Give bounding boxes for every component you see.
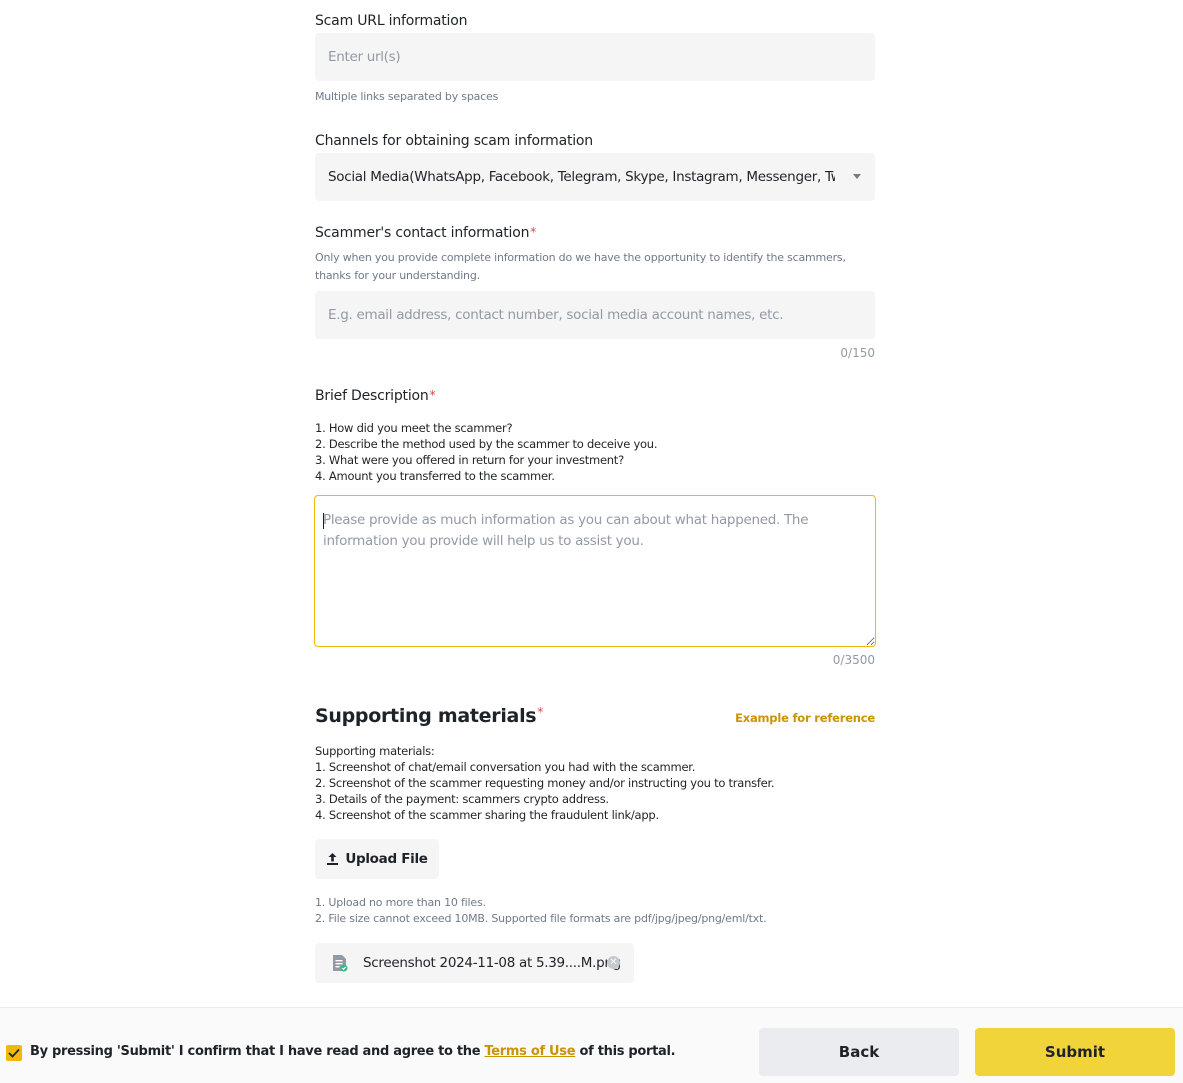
contact-input[interactable] (315, 291, 875, 339)
description-questions: 1. How did you meet the scammer? 2. Desc… (315, 420, 658, 484)
required-mark: * (429, 388, 436, 402)
list-item: 2. Screenshot of the scammer requesting … (315, 776, 775, 790)
contact-counter: 0/150 (840, 346, 875, 360)
list-item: 4. Screenshot of the scammer sharing the… (315, 808, 659, 822)
upload-rules: 1. Upload no more than 10 files. 2. File… (315, 895, 767, 927)
remove-file-icon[interactable]: ✕ (607, 956, 620, 969)
channel-select[interactable]: Social Media(WhatsApp, Facebook, Telegra… (315, 153, 875, 201)
description-label: Brief Description* (315, 388, 436, 404)
list-item: 1. How did you meet the scammer? (315, 421, 513, 435)
list-item: 1. Screenshot of chat/email conversation… (315, 760, 696, 774)
list-item: 4. Amount you transferred to the scammer… (315, 469, 555, 483)
contact-hint: Only when you provide complete informati… (315, 251, 846, 282)
upload-file-label: Upload File (345, 851, 428, 867)
checkmark-icon (8, 1048, 20, 1058)
submit-button[interactable]: Submit (975, 1028, 1175, 1076)
upload-file-button[interactable]: Upload File (315, 839, 439, 879)
list-item: 3. What were you offered in return for y… (315, 453, 624, 467)
channel-selected-value: Social Media(WhatsApp, Facebook, Telegra… (328, 169, 835, 185)
materials-list: Supporting materials: 1. Screenshot of c… (315, 743, 775, 823)
agree-checkbox[interactable] (6, 1045, 22, 1061)
list-item: 2. Describe the method used by the scamm… (315, 437, 658, 451)
channel-label: Channels for obtaining scam information (315, 133, 593, 149)
required-mark: * (530, 225, 537, 239)
url-hint: Multiple links separated by spaces (315, 90, 499, 103)
text-cursor (323, 513, 324, 529)
materials-title: Supporting materials* (315, 705, 543, 727)
description-counter: 0/3500 (832, 653, 875, 667)
list-item: 3. Details of the payment: scammers cryp… (315, 792, 609, 806)
agree-text: By pressing 'Submit' I confirm that I ha… (30, 1044, 676, 1059)
contact-label: Scammer's contact information* (315, 225, 537, 241)
image-file-icon (332, 954, 348, 972)
upload-icon (326, 852, 339, 866)
back-button[interactable]: Back (759, 1028, 959, 1076)
list-item: 1. Upload no more than 10 files. (315, 896, 486, 909)
example-reference-link[interactable]: Example for reference (735, 711, 875, 725)
terms-of-use-link[interactable]: Terms of Use (484, 1044, 575, 1059)
materials-intro: Supporting materials: (315, 744, 435, 758)
form-footer: By pressing 'Submit' I confirm that I ha… (0, 1007, 1183, 1083)
uploaded-file-chip: Screenshot 2024-11-08 at 5.39....M.png ✕ (315, 943, 634, 983)
uploaded-file-name: Screenshot 2024-11-08 at 5.39....M.png (363, 955, 621, 971)
required-mark: * (537, 705, 543, 719)
url-input[interactable] (315, 33, 875, 81)
chevron-down-icon (853, 174, 861, 179)
description-textarea[interactable] (314, 495, 876, 647)
report-scam-page: Scam URL information Multiple links sepa… (0, 0, 1183, 1083)
list-item: 2. File size cannot exceed 10MB. Support… (315, 912, 767, 925)
url-label: Scam URL information (315, 13, 468, 29)
